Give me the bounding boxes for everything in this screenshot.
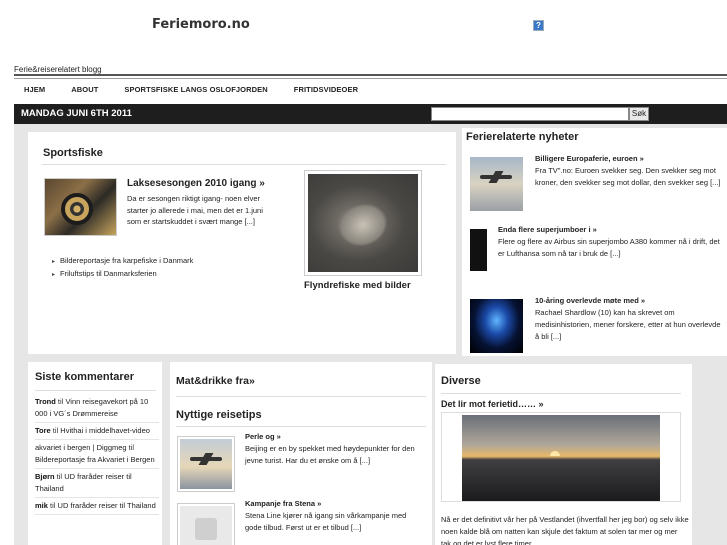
list-item: akvariet i bergen | Diggmeg til Bilderep… — [35, 440, 159, 469]
featured-panel: Sportsfiske Laksesesongen 2010 igang » D… — [28, 132, 456, 354]
airplane-thumbnail[interactable] — [177, 436, 235, 492]
diverse-heading: Diverse — [441, 375, 481, 387]
nav-item-about[interactable]: ABOUT — [71, 85, 98, 94]
news-text: Flere og flere av Airbus sin superjombo … — [498, 237, 720, 258]
jellyfish-thumbnail[interactable] — [470, 299, 523, 353]
diverse-post-text: Nå er det definitivt vår her på Vestland… — [441, 515, 689, 545]
featured-links: Bildereportasje fra karpefiske i Danmark… — [52, 255, 193, 281]
comment-post-link[interactable]: Hvithai i middelhavet-video — [60, 426, 150, 435]
current-date: MANDAG JUNI 6TH 2011 — [21, 108, 132, 119]
list-item[interactable]: Friluftstips til Danmarksferien — [52, 268, 193, 281]
nav-item-sportsfiske[interactable]: SPORTSFISKE LANGS OSLOFJORDEN — [124, 85, 267, 94]
site-title[interactable]: Feriemoro.no — [152, 17, 250, 32]
puzzle-icon — [195, 518, 217, 540]
flounder-caption[interactable]: Flyndrefiske med bilder — [304, 280, 411, 291]
tip-text: Stena Line kjører nå igang sin vårkampan… — [245, 511, 407, 532]
news-title[interactable]: 10-åring overlevde møte med » — [535, 296, 645, 305]
nav-item-fritidsvideoer[interactable]: FRITIDSVIDEOER — [294, 85, 358, 94]
news-text: Rachael Shardlow (10) kan ha skrevet om … — [535, 308, 721, 341]
date-bar: MANDAG JUNI 6TH 2011 Søk — [14, 104, 727, 124]
featured-post-excerpt: Da er sesongen riktigt igang- noen elver… — [127, 194, 263, 226]
news-text: Fra TV".no: Euroen svekker seg. Den svek… — [535, 166, 721, 187]
comment-sep: til — [54, 471, 65, 481]
featured-divider — [42, 164, 446, 165]
featured-heading: Sportsfiske — [43, 147, 103, 159]
search-input[interactable] — [431, 107, 629, 121]
main-nav: HJEM ABOUT SPORTSFISKE LANGS OSLOFJORDEN… — [14, 80, 727, 98]
news-title[interactable]: Enda flere superjumboer i » — [498, 225, 597, 234]
mat-heading[interactable]: Mat&drikke fra» — [176, 375, 255, 387]
news-title[interactable]: Billigere Europaferie, euroen » — [535, 154, 644, 163]
featured-link[interactable]: Friluftstips til Danmarksferien — [60, 269, 157, 278]
broken-image-icon: ? — [533, 20, 544, 31]
nav-item-hjem[interactable]: HJEM — [24, 85, 45, 94]
tip-title[interactable]: Kampanje fra Stena » — [245, 499, 321, 508]
comments-list: Trond til Vinn reisegavekort på 10 000 i… — [35, 394, 159, 515]
reisetips-heading: Nyttige reisetips — [176, 409, 262, 421]
tip-title[interactable]: Perle og » — [245, 432, 281, 441]
comment-sep: til — [47, 500, 58, 510]
reel-icon — [61, 193, 93, 225]
diverse-divider — [441, 393, 681, 394]
list-item[interactable]: Bildereportasje fra karpefiske i Danmark — [52, 255, 193, 268]
list-item: Trond til Vinn reisegavekort på 10 000 i… — [35, 394, 159, 423]
featured-post-title[interactable]: Laksesesongen 2010 igang » — [127, 178, 265, 189]
list-item: Bjørn til UD fraråder reiser til Thailan… — [35, 469, 159, 498]
site-tagline: Ferie&reiserelatert blogg — [14, 65, 102, 74]
comment-author: Bjørn — [35, 471, 55, 481]
diverse-post-title[interactable]: Det lir mot ferietid…… » — [441, 399, 544, 409]
diverse-panel: Diverse Det lir mot ferietid…… » Nå er d… — [435, 364, 692, 545]
comment-author: mik — [35, 500, 48, 510]
news-heading: Ferierelaterte nyheter — [466, 131, 579, 143]
fish-icon — [332, 196, 394, 254]
comment-author: Trond — [35, 396, 56, 406]
dark-thumbnail[interactable] — [470, 229, 487, 271]
news-panel: Ferierelaterte nyheter Billigere Europaf… — [462, 128, 727, 356]
featured-link[interactable]: Bildereportasje fra karpefiske i Danmark — [60, 256, 193, 265]
airplane-icon — [190, 457, 222, 461]
search-button[interactable]: Søk — [629, 107, 649, 121]
comment-sep: til — [55, 396, 66, 406]
header-rule — [14, 74, 727, 76]
comment-sep: til — [126, 442, 135, 452]
flounder-image[interactable] — [304, 170, 422, 276]
airplane-thumbnail[interactable] — [470, 157, 523, 211]
tip-text: Beijing er en by spekket med høydepunkte… — [245, 444, 415, 465]
header-rule-thin — [14, 78, 727, 79]
list-item: mik til UD fraråder reiser til Thailand — [35, 498, 159, 515]
comments-panel: Siste kommentarer Trond til Vinn reisega… — [28, 362, 162, 545]
comment-post-link[interactable]: Bildereportasje fra Akvariet i Bergen — [35, 455, 155, 464]
comment-author-link[interactable]: akvariet i bergen | Diggmeg — [35, 443, 127, 452]
comments-divider — [35, 390, 156, 391]
comment-post-link[interactable]: UD fraråder reiser til Thailand — [58, 501, 156, 510]
mat-panel: Mat&drikke fra» Nyttige reisetips Perle … — [170, 362, 432, 545]
comment-author: Tore — [35, 425, 51, 435]
comments-heading: Siste kommentarer — [35, 371, 135, 383]
list-item: Tore til Hvithai i middelhavet-video — [35, 423, 159, 440]
sun-icon — [550, 451, 560, 456]
mat-divider — [176, 396, 426, 397]
reisetips-divider — [176, 426, 426, 427]
comment-sep: til — [50, 425, 61, 435]
placeholder-thumbnail[interactable] — [177, 503, 235, 545]
sunset-image[interactable] — [441, 412, 681, 502]
fishing-reel-thumbnail[interactable] — [44, 178, 117, 236]
airplane-icon — [480, 175, 512, 179]
